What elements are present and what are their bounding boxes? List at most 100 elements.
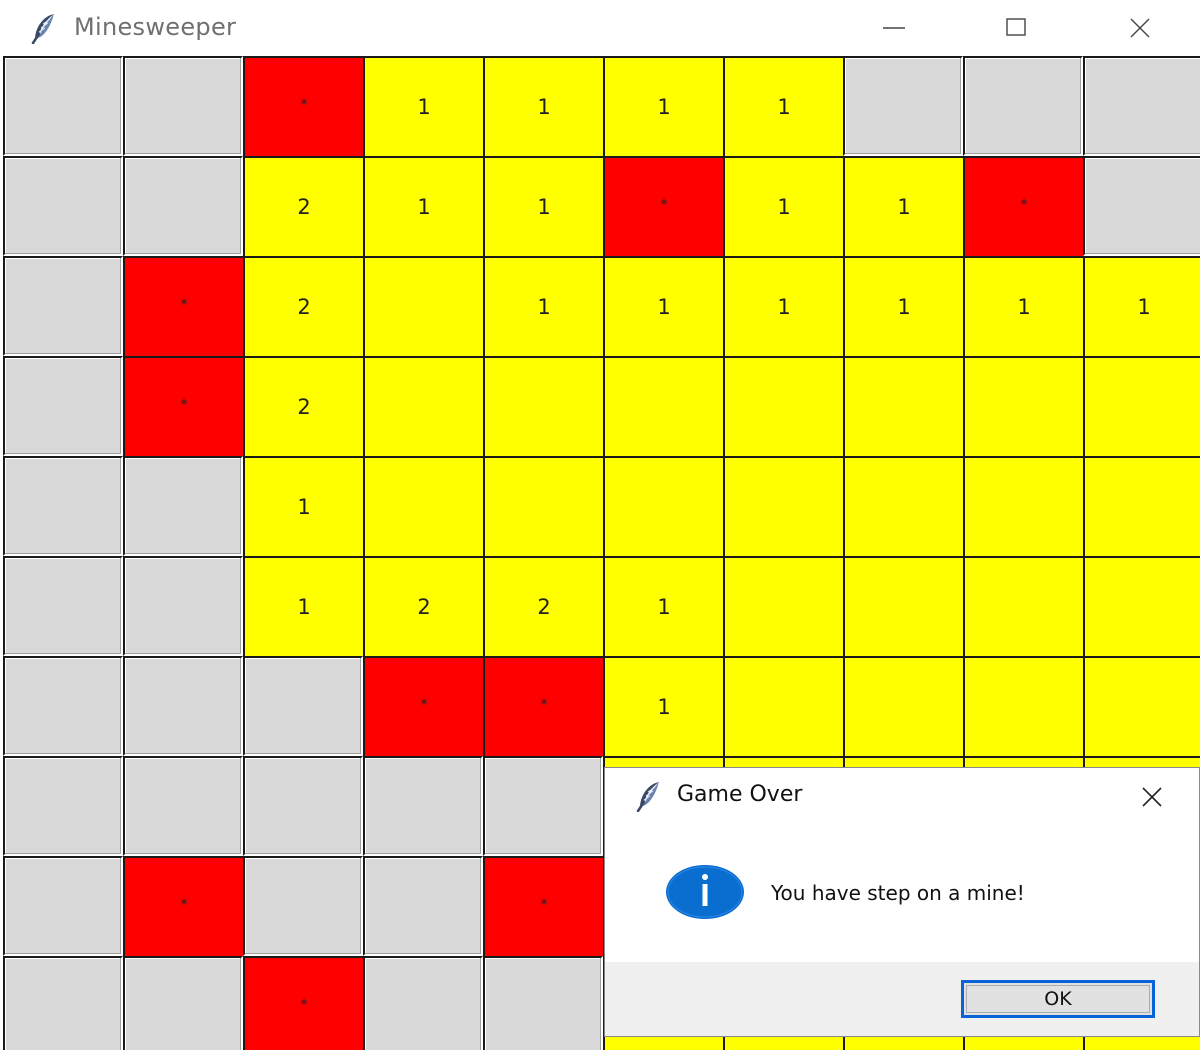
minimize-button[interactable]	[845, 0, 945, 56]
cell-r3-c7-revealed[interactable]	[843, 356, 963, 456]
cell-r3-c0-hidden[interactable]	[3, 356, 123, 456]
cell-r1-c0-hidden[interactable]	[3, 156, 123, 256]
cell-r2-c0-hidden[interactable]	[3, 256, 123, 356]
cell-r4-c6-revealed[interactable]	[723, 456, 843, 556]
cell-r8-c4-mine[interactable]: *	[483, 856, 603, 956]
cell-r2-c5-revealed[interactable]: 1	[603, 256, 723, 356]
cell-r2-c3-revealed[interactable]	[363, 256, 483, 356]
cell-r9-c0-hidden[interactable]	[3, 956, 123, 1050]
cell-r3-c4-revealed[interactable]	[483, 356, 603, 456]
cell-r7-c4-hidden[interactable]	[483, 756, 603, 856]
cell-r1-c1-hidden[interactable]	[123, 156, 243, 256]
cell-r6-c3-mine[interactable]: *	[363, 656, 483, 756]
cell-r1-c3-revealed[interactable]: 1	[363, 156, 483, 256]
cell-r8-c3-hidden[interactable]	[363, 856, 483, 956]
cell-r1-c9-hidden[interactable]	[1083, 156, 1200, 256]
cell-r8-c2-hidden[interactable]	[243, 856, 363, 956]
cell-r0-c6-revealed[interactable]: 1	[723, 56, 843, 156]
cell-r4-c2-revealed[interactable]: 1	[243, 456, 363, 556]
dialog-title-bar[interactable]: Game Over	[605, 768, 1199, 824]
cell-r6-c4-mine[interactable]: *	[483, 656, 603, 756]
cell-r2-c1-mine[interactable]: *	[123, 256, 243, 356]
cell-r6-c6-revealed[interactable]	[723, 656, 843, 756]
cell-r1-c6-revealed[interactable]: 1	[723, 156, 843, 256]
cell-r1-c8-mine[interactable]: *	[963, 156, 1083, 256]
feather-icon	[635, 780, 663, 813]
cell-r4-c9-revealed[interactable]	[1083, 456, 1200, 556]
cell-r0-c8-hidden[interactable]	[963, 56, 1083, 156]
cell-r5-c3-revealed[interactable]: 2	[363, 556, 483, 656]
cell-r5-c7-revealed[interactable]	[843, 556, 963, 656]
cell-r3-c1-mine[interactable]: *	[123, 356, 243, 456]
cell-r4-c0-hidden[interactable]	[3, 456, 123, 556]
cell-r2-c8-revealed[interactable]: 1	[963, 256, 1083, 356]
game-over-dialog: Game Over You have step on a mine! OK	[604, 767, 1200, 1037]
cell-r4-c3-revealed[interactable]	[363, 456, 483, 556]
cell-r3-c9-revealed[interactable]	[1083, 356, 1200, 456]
ok-button[interactable]: OK	[961, 980, 1155, 1018]
cell-r0-c0-hidden[interactable]	[3, 56, 123, 156]
cell-r6-c5-revealed[interactable]: 1	[603, 656, 723, 756]
close-button[interactable]	[1090, 0, 1190, 56]
minimize-icon	[883, 27, 905, 29]
cell-r6-c2-hidden[interactable]	[243, 656, 363, 756]
cell-r3-c8-revealed[interactable]	[963, 356, 1083, 456]
window-title: Minesweeper	[74, 13, 237, 41]
info-icon	[665, 864, 745, 920]
cell-r9-c3-hidden[interactable]	[363, 956, 483, 1050]
cell-r5-c8-revealed[interactable]	[963, 556, 1083, 656]
cell-r0-c3-revealed[interactable]: 1	[363, 56, 483, 156]
cell-r4-c5-revealed[interactable]	[603, 456, 723, 556]
cell-r0-c2-mine[interactable]: *	[243, 56, 363, 156]
cell-r0-c9-hidden[interactable]	[1083, 56, 1200, 156]
cell-r9-c1-hidden[interactable]	[123, 956, 243, 1050]
cell-r1-c5-mine[interactable]: *	[603, 156, 723, 256]
cell-r4-c8-revealed[interactable]	[963, 456, 1083, 556]
cell-r4-c7-revealed[interactable]	[843, 456, 963, 556]
cell-r6-c0-hidden[interactable]	[3, 656, 123, 756]
cell-r3-c2-revealed[interactable]: 2	[243, 356, 363, 456]
cell-r0-c4-revealed[interactable]: 1	[483, 56, 603, 156]
cell-r7-c1-hidden[interactable]	[123, 756, 243, 856]
cell-r2-c7-revealed[interactable]: 1	[843, 256, 963, 356]
cell-r1-c7-revealed[interactable]: 1	[843, 156, 963, 256]
cell-r4-c4-revealed[interactable]	[483, 456, 603, 556]
cell-r3-c6-revealed[interactable]	[723, 356, 843, 456]
cell-r5-c1-hidden[interactable]	[123, 556, 243, 656]
maximize-button[interactable]	[967, 0, 1067, 56]
feather-icon	[30, 12, 58, 45]
cell-r3-c3-revealed[interactable]	[363, 356, 483, 456]
close-icon	[1130, 18, 1150, 38]
cell-r9-c4-hidden[interactable]	[483, 956, 603, 1050]
cell-r8-c0-hidden[interactable]	[3, 856, 123, 956]
cell-r5-c5-revealed[interactable]: 1	[603, 556, 723, 656]
cell-r6-c1-hidden[interactable]	[123, 656, 243, 756]
cell-r5-c2-revealed[interactable]: 1	[243, 556, 363, 656]
cell-r6-c8-revealed[interactable]	[963, 656, 1083, 756]
cell-r3-c5-revealed[interactable]	[603, 356, 723, 456]
cell-r5-c4-revealed[interactable]: 2	[483, 556, 603, 656]
cell-r2-c6-revealed[interactable]: 1	[723, 256, 843, 356]
cell-r1-c2-revealed[interactable]: 2	[243, 156, 363, 256]
dialog-close-button[interactable]	[1111, 772, 1191, 820]
cell-r9-c2-mine[interactable]: *	[243, 956, 363, 1050]
cell-r2-c4-revealed[interactable]: 1	[483, 256, 603, 356]
cell-r7-c2-hidden[interactable]	[243, 756, 363, 856]
cell-r1-c4-revealed[interactable]: 1	[483, 156, 603, 256]
title-bar[interactable]: Minesweeper	[0, 0, 1200, 56]
cell-r2-c2-revealed[interactable]: 2	[243, 256, 363, 356]
cell-r8-c1-mine[interactable]: *	[123, 856, 243, 956]
cell-r0-c5-revealed[interactable]: 1	[603, 56, 723, 156]
cell-r6-c7-revealed[interactable]	[843, 656, 963, 756]
cell-r2-c9-revealed[interactable]: 1	[1083, 256, 1200, 356]
cell-r5-c9-revealed[interactable]	[1083, 556, 1200, 656]
cell-r0-c7-hidden[interactable]	[843, 56, 963, 156]
cell-r6-c9-revealed[interactable]	[1083, 656, 1200, 756]
cell-r4-c1-hidden[interactable]	[123, 456, 243, 556]
cell-r7-c0-hidden[interactable]	[3, 756, 123, 856]
cell-r0-c1-hidden[interactable]	[123, 56, 243, 156]
ok-button-label: OK	[1044, 988, 1072, 1010]
cell-r7-c3-hidden[interactable]	[363, 756, 483, 856]
cell-r5-c6-revealed[interactable]	[723, 556, 843, 656]
cell-r5-c0-hidden[interactable]	[3, 556, 123, 656]
